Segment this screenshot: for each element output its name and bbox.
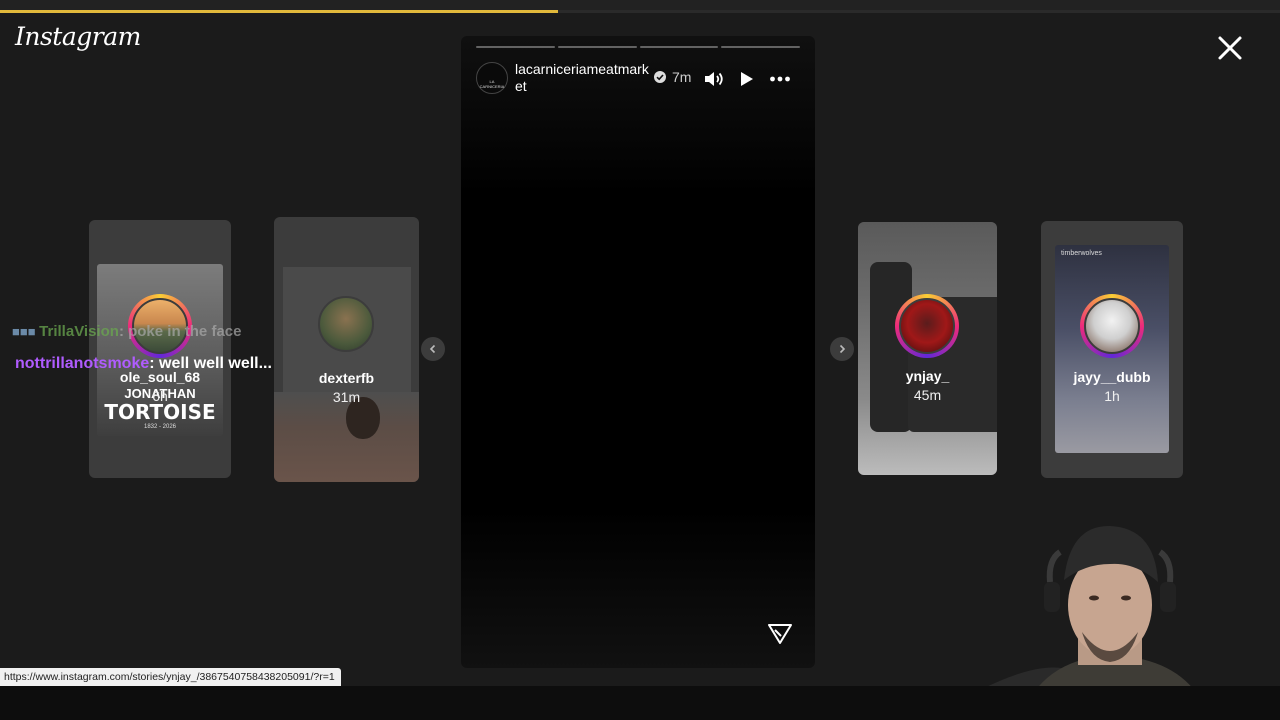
- chat-text: : well well well...: [149, 355, 272, 372]
- share-button[interactable]: [767, 622, 793, 646]
- avatar: [1084, 298, 1140, 354]
- active-story-viewer[interactable]: LA CARNICERIA lacarniceriameatmarket 7m: [461, 36, 815, 668]
- chat-text: : poke in the face: [118, 323, 242, 340]
- chat-message: ■■■ TrillaVision: poke in the face: [12, 323, 241, 340]
- chat-message: nottrillanotsmoke: well well well...: [15, 355, 272, 373]
- mute-button[interactable]: [702, 67, 726, 91]
- avatar-ring: [1080, 294, 1144, 358]
- chat-username: nottrillanotsmoke: [15, 355, 150, 372]
- loading-progress: [0, 10, 558, 13]
- card-username: dexterfb: [318, 370, 375, 386]
- browser-loading-bar: [0, 0, 1280, 13]
- send-icon: [768, 624, 792, 644]
- avatar-ring: [895, 294, 959, 358]
- speaker-icon: [705, 72, 723, 86]
- story-progress-bar: [476, 46, 800, 48]
- play-button[interactable]: [734, 67, 758, 91]
- instagram-logo[interactable]: Instagram: [15, 22, 141, 51]
- progress-segment: [557, 46, 637, 48]
- status-bar-url: https://www.instagram.com/stories/ynjay_…: [0, 668, 341, 686]
- story-avatar[interactable]: LA CARNICERIA: [476, 62, 508, 94]
- close-button[interactable]: [1214, 32, 1246, 64]
- verified-icon: [654, 71, 666, 83]
- play-icon: [741, 72, 753, 86]
- avatar: [318, 296, 374, 352]
- thumbnail-caption-dates: 1832 - 2026: [143, 424, 177, 430]
- story-card-jayy-dubb[interactable]: timberwolves jayy__dubb 1h: [1041, 221, 1183, 478]
- person-thumbnail: [274, 392, 419, 482]
- previous-story-button[interactable]: [421, 337, 445, 361]
- loading-track: [558, 10, 1280, 13]
- card-time: 45m: [913, 387, 942, 403]
- more-icon: [770, 76, 790, 82]
- avatar-ring: [314, 292, 378, 356]
- chevron-left-icon: [429, 344, 436, 354]
- story-avatar-label: LA CARNICERIA: [479, 79, 505, 89]
- avatar: [899, 298, 955, 354]
- close-icon: [1218, 36, 1242, 60]
- card-username: ynjay_: [905, 368, 950, 384]
- story-username[interactable]: lacarniceriameatmarket: [515, 61, 650, 95]
- bottom-bar: [0, 686, 1280, 720]
- chat-username: TrillaVision: [39, 323, 119, 340]
- card-username: jayy__dubb: [1073, 369, 1151, 385]
- card-time: 31m: [332, 389, 361, 405]
- card-time: 6h: [152, 388, 168, 404]
- story-card-ynjay[interactable]: ynjay_ 45m: [858, 222, 997, 475]
- progress-segment: [639, 46, 719, 48]
- progress-segment: [476, 46, 555, 48]
- more-options-button[interactable]: [768, 67, 792, 91]
- card-time: 1h: [1104, 388, 1120, 404]
- next-story-button[interactable]: [830, 337, 854, 361]
- story-time: 7m: [672, 69, 692, 85]
- story-header: LA CARNICERIA lacarniceriameatmarket 7m: [476, 61, 806, 96]
- chevron-right-icon: [839, 344, 846, 354]
- instagram-stories-page: Instagram JONATHAN TORTOISE 1832 - 2026 …: [0, 0, 1280, 720]
- chat-badges-icon: ■■■: [12, 324, 40, 339]
- thumbnail-overlay-text: timberwolves: [1061, 250, 1102, 257]
- story-card-ole-soul[interactable]: JONATHAN TORTOISE 1832 - 2026 ole_soul_6…: [89, 220, 231, 478]
- story-card-dexterfb[interactable]: dexterfb 31m: [274, 217, 419, 482]
- progress-segment: [721, 46, 800, 48]
